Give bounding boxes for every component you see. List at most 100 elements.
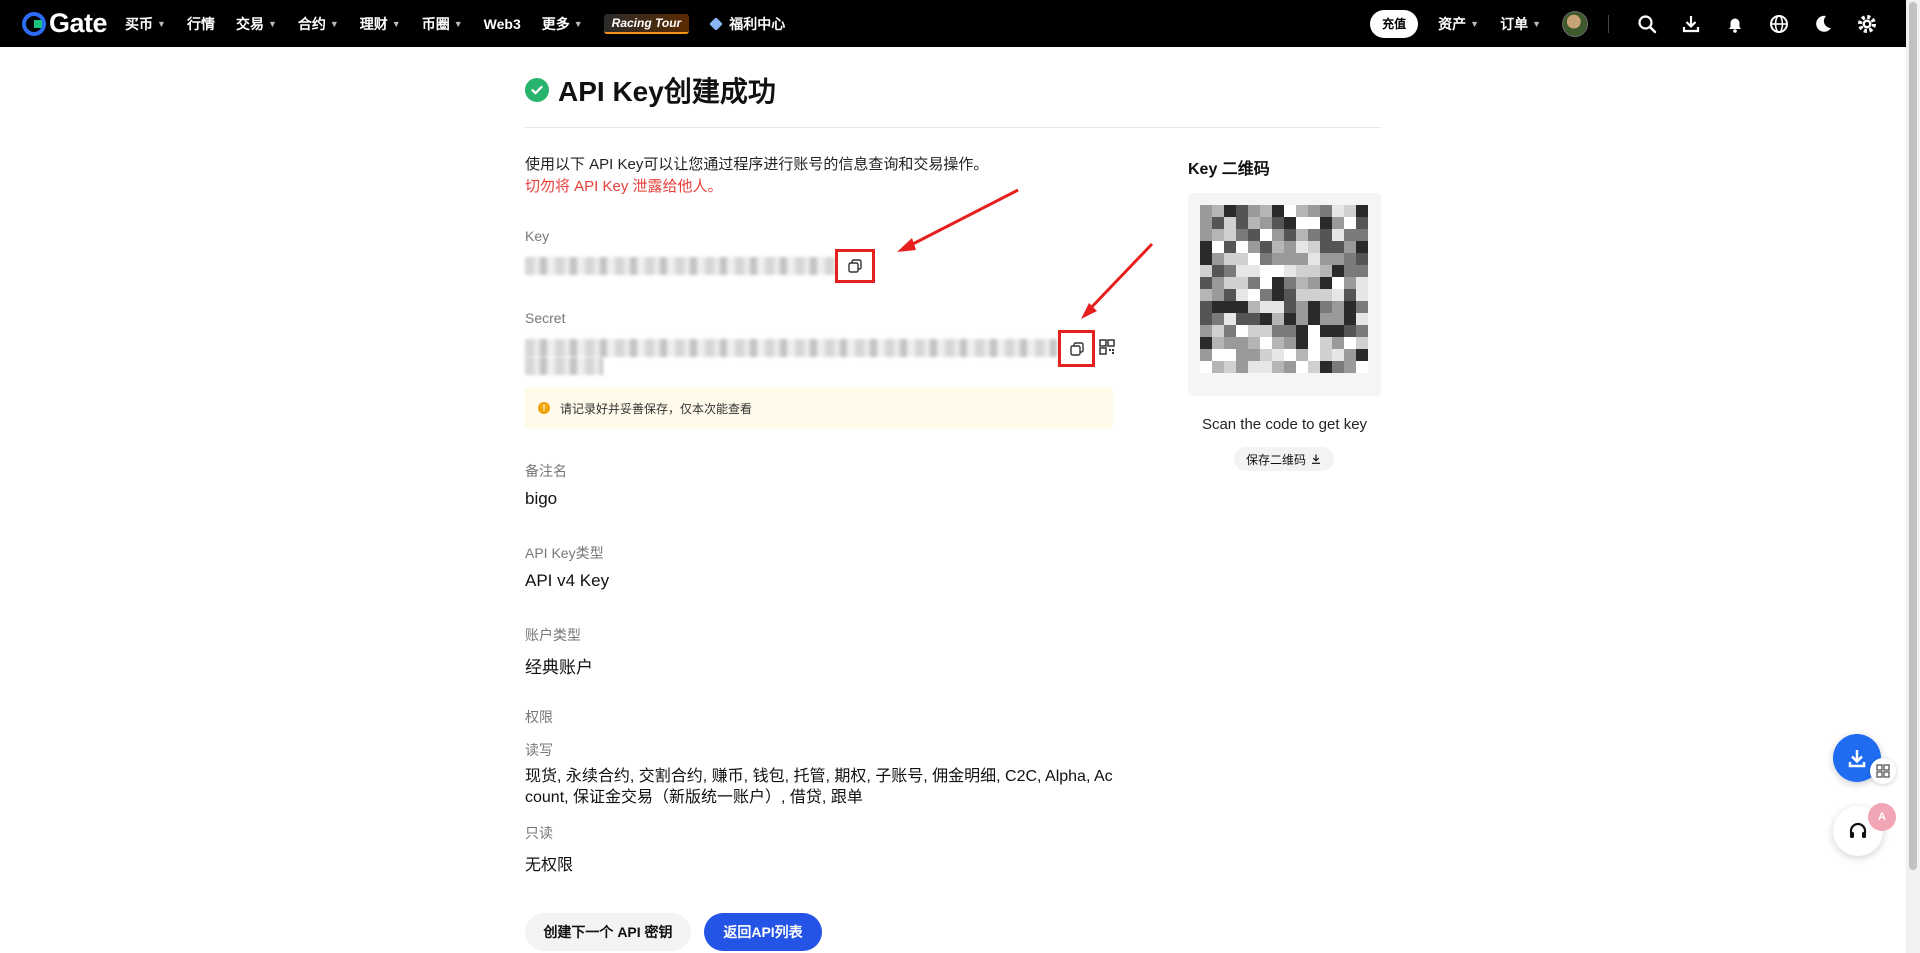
qr-cell <box>1224 349 1236 361</box>
save-once-notice: ! 请记录好并妥善保存，仅本次能查看 <box>525 387 1113 429</box>
qr-cell <box>1200 241 1212 253</box>
qr-cell <box>1224 361 1236 373</box>
copy-secret-button[interactable] <box>1058 330 1095 367</box>
copy-icon <box>1069 341 1084 356</box>
racing-tour-banner[interactable]: Racing Tour <box>603 13 690 34</box>
nav-item-trade[interactable]: 交易 ▼ <box>236 14 277 34</box>
qr-cell <box>1320 265 1332 277</box>
search-icon[interactable] <box>1636 13 1658 35</box>
qr-cell <box>1332 205 1344 217</box>
qr-cell <box>1296 217 1308 229</box>
key-label: Key <box>525 228 550 244</box>
qr-cell <box>1248 313 1260 325</box>
download-icon[interactable] <box>1680 13 1702 35</box>
nav-item-web3[interactable]: Web3 <box>484 16 521 32</box>
qr-cell <box>1248 301 1260 313</box>
nav-item-orders[interactable]: 订单 ▼ <box>1500 14 1541 34</box>
nav-item-buy-crypto[interactable]: 买币 ▼ <box>125 14 166 34</box>
qr-cell <box>1200 349 1212 361</box>
nav-item-label: 资产 <box>1438 15 1467 32</box>
qr-cell <box>1236 325 1248 337</box>
nav-item-futures[interactable]: 合约 ▼ <box>298 14 339 34</box>
qr-cell <box>1248 217 1260 229</box>
gear-icon[interactable] <box>1856 13 1878 35</box>
qr-cell <box>1224 277 1236 289</box>
qr-cell <box>1308 241 1320 253</box>
qr-cell <box>1356 241 1368 253</box>
qr-cell <box>1284 253 1296 265</box>
qr-cell <box>1272 265 1284 277</box>
qr-cell <box>1260 253 1272 265</box>
qr-cell <box>1356 229 1368 241</box>
translate-icon[interactable]: A <box>1868 803 1896 831</box>
qr-cell <box>1344 265 1356 277</box>
qr-cell <box>1332 229 1344 241</box>
qr-cell <box>1284 217 1296 229</box>
qr-cell <box>1236 301 1248 313</box>
qr-cell <box>1296 301 1308 313</box>
bell-icon[interactable] <box>1724 13 1746 35</box>
qr-cell <box>1308 217 1320 229</box>
page-scrollbar-thumb[interactable] <box>1909 2 1917 870</box>
qr-cell <box>1236 349 1248 361</box>
page-scrollbar-track[interactable] <box>1906 0 1920 953</box>
qr-cell <box>1224 313 1236 325</box>
qr-cell <box>1224 241 1236 253</box>
deposit-button[interactable]: 充值 <box>1370 9 1419 38</box>
qr-cell <box>1212 289 1224 301</box>
qr-code-pixels <box>1200 205 1368 373</box>
qr-cell <box>1272 205 1284 217</box>
qr-cell <box>1200 277 1212 289</box>
qr-cell <box>1296 229 1308 241</box>
qr-cell <box>1320 313 1332 325</box>
qr-caption: Scan the code to get key <box>1201 416 1368 433</box>
qr-cell <box>1272 277 1284 289</box>
qr-title: Key 二维码 <box>1188 161 1270 178</box>
qr-cell <box>1296 349 1308 361</box>
qr-cell <box>1356 277 1368 289</box>
qr-cell <box>1224 325 1236 337</box>
qr-cell <box>1248 289 1260 301</box>
caret-down-icon: ▼ <box>267 18 277 29</box>
nav-item-markets[interactable]: 行情 <box>187 14 215 34</box>
nav-item-assets[interactable]: 资产 ▼ <box>1438 14 1479 34</box>
download-icon <box>1848 750 1866 768</box>
qr-cell <box>1200 289 1212 301</box>
qr-cell <box>1260 265 1272 277</box>
qr-cell <box>1260 349 1272 361</box>
qr-code-icon[interactable] <box>1099 339 1115 360</box>
read-only-label: 只读 <box>525 825 553 841</box>
nav-item-community[interactable]: 币圈 ▼ <box>422 14 463 34</box>
create-next-api-key-button[interactable]: 创建下一个 API 密钥 <box>525 913 691 951</box>
qr-cell <box>1272 361 1284 373</box>
qr-cell <box>1212 349 1224 361</box>
account-type-label: 账户类型 <box>525 627 581 643</box>
caret-down-icon: ▼ <box>573 18 583 29</box>
caret-down-icon: ▼ <box>453 18 463 29</box>
qr-cell <box>1296 325 1308 337</box>
moon-icon[interactable] <box>1812 13 1834 35</box>
qr-cell <box>1224 337 1236 349</box>
user-avatar[interactable] <box>1562 10 1588 37</box>
qr-cell <box>1248 265 1260 277</box>
copy-key-button[interactable] <box>835 249 875 283</box>
nav-item-welfare-center[interactable]: 福利中心 <box>709 14 785 34</box>
nav-item-more[interactable]: 更多 ▼ <box>542 14 583 34</box>
qr-cell <box>1284 229 1296 241</box>
qr-cell <box>1284 313 1296 325</box>
qr-cell <box>1236 241 1248 253</box>
qr-cell <box>1332 337 1344 349</box>
nav-item-label: 币圈 <box>421 15 450 32</box>
cube-icon <box>709 16 724 31</box>
caret-down-icon: ▼ <box>329 18 339 29</box>
nav-item-earn[interactable]: 理财 ▼ <box>360 14 401 34</box>
floating-apps-button[interactable] <box>1870 758 1896 784</box>
header-divider <box>525 127 1381 128</box>
qr-cell <box>1284 325 1296 337</box>
globe-icon[interactable] <box>1768 13 1790 35</box>
save-qr-code-button[interactable]: 保存二维码 <box>1234 447 1334 471</box>
qr-cell <box>1212 241 1224 253</box>
back-to-api-list-button[interactable]: 返回API列表 <box>704 913 822 951</box>
qr-cell <box>1272 313 1284 325</box>
gate-logo[interactable]: Gate <box>22 8 108 39</box>
